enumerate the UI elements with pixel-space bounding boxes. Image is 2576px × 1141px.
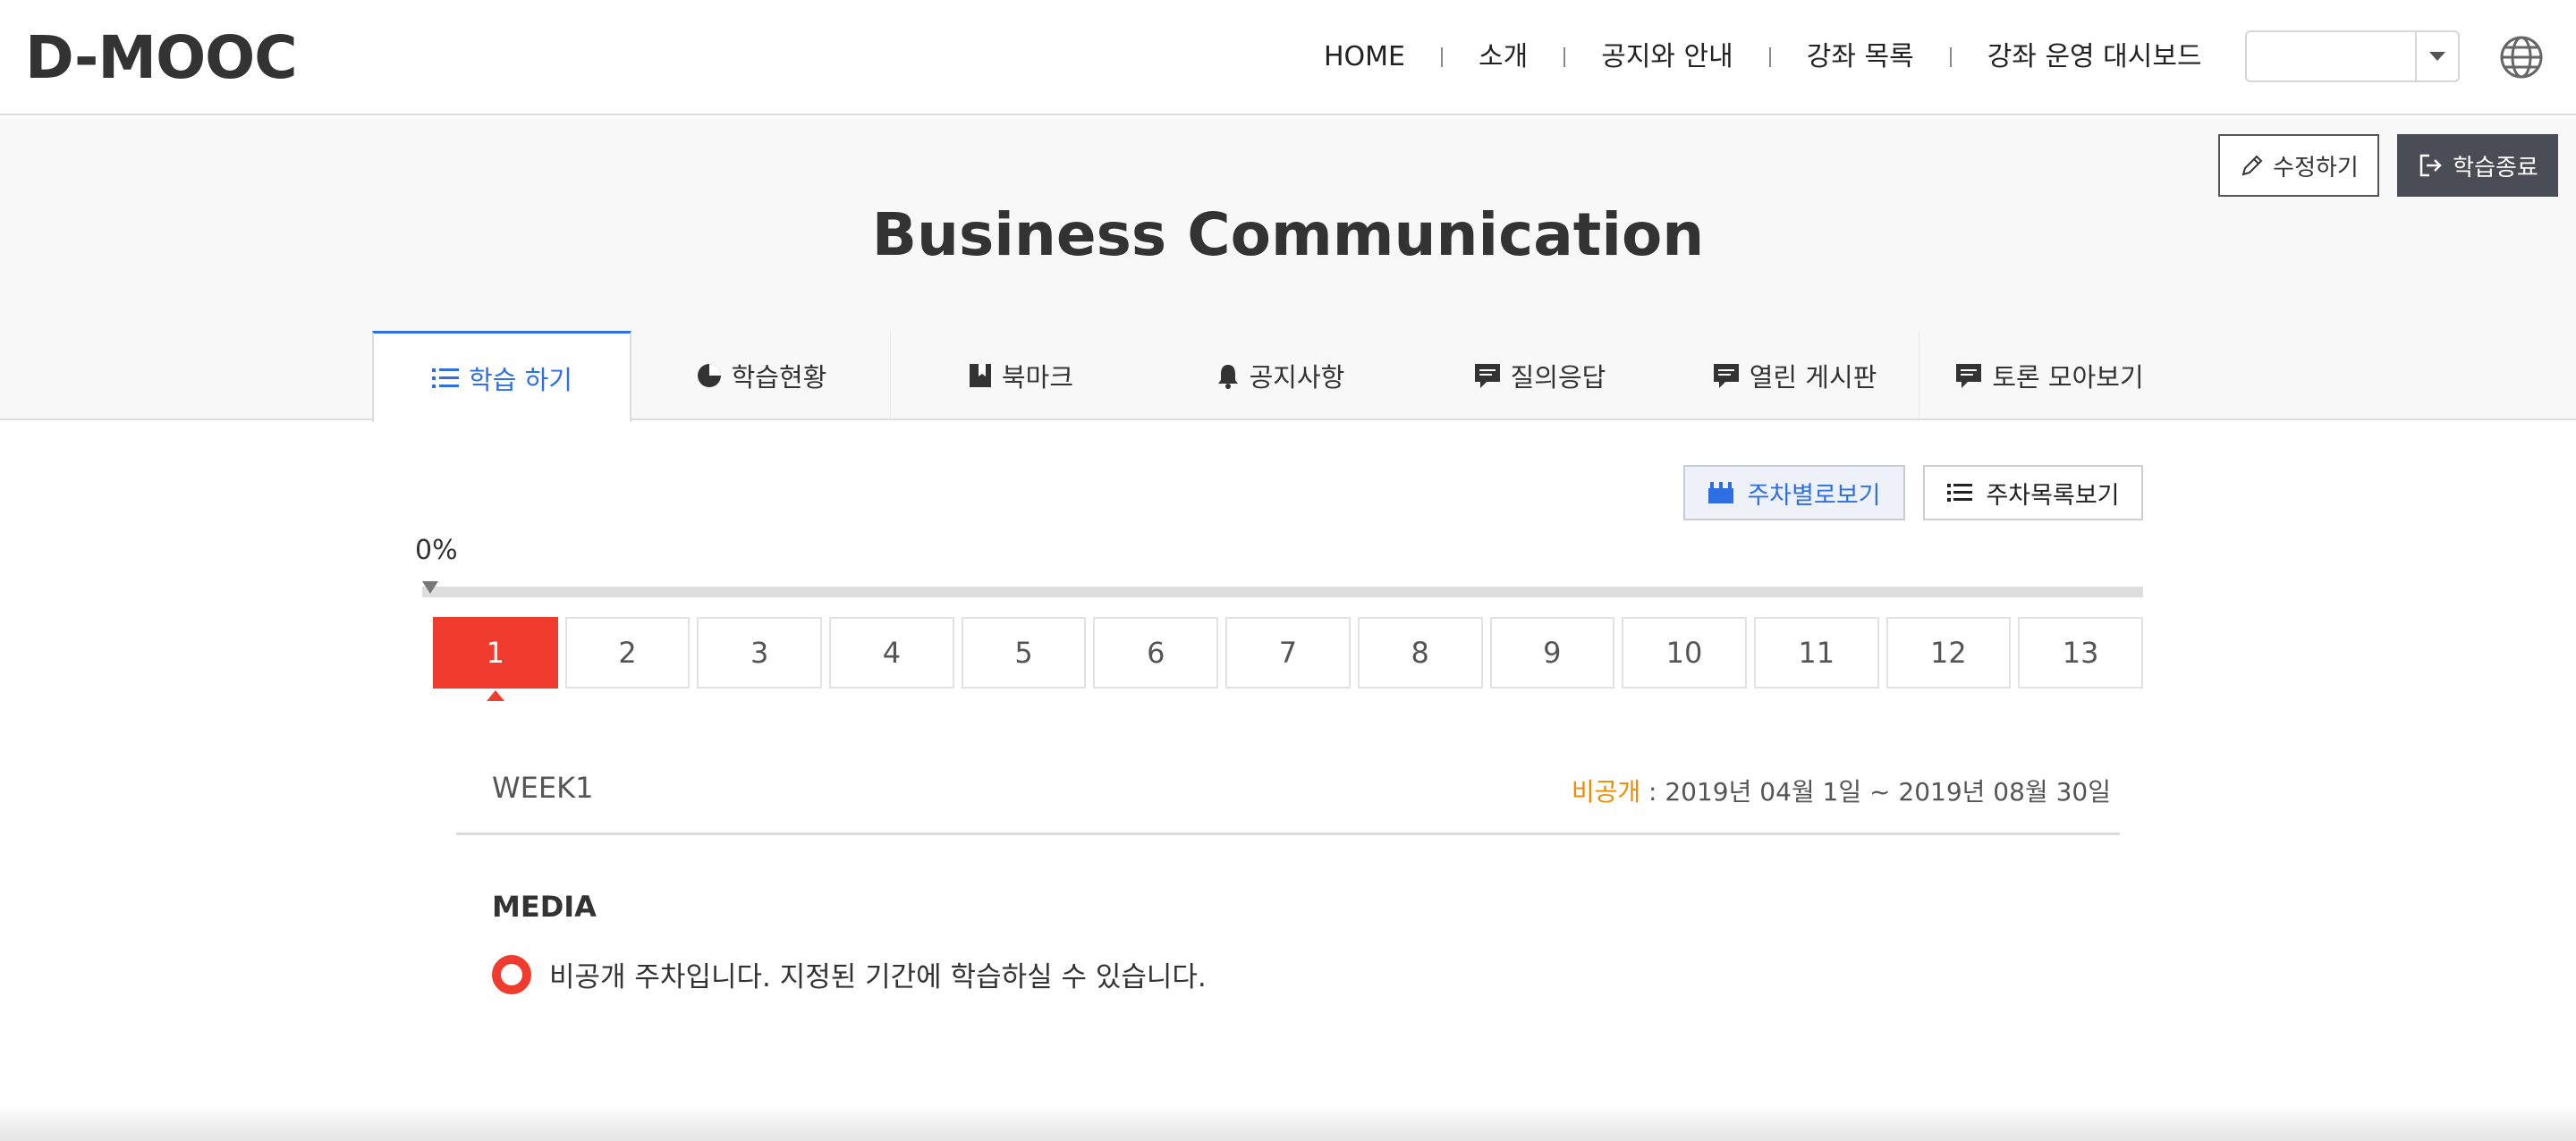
edit-button[interactable]: 수정하기 [2218, 134, 2379, 197]
week-button[interactable]: 4 [829, 617, 954, 689]
week-button[interactable]: 2 [564, 617, 691, 689]
view-list-button[interactable]: 주차목록보기 [1923, 465, 2143, 520]
week-button[interactable]: 9 [1489, 617, 1615, 689]
notice-text: 비공개 주차입니다. 지정된 기간에 학습하실 수 있습니다. [549, 961, 1207, 993]
week-button[interactable]: 3 [697, 617, 823, 689]
tab-bookmark[interactable]: 북마크 [891, 331, 1150, 420]
tab-label: 공지사항 [1249, 362, 1345, 393]
chat-icon [1956, 364, 1982, 388]
nav-divider [1949, 47, 1952, 67]
tab-study[interactable]: 학습 하기 [372, 331, 631, 422]
site-logo[interactable]: D-MOOC [25, 27, 298, 89]
tab-label: 열린 게시판 [1749, 362, 1877, 393]
week-button[interactable]: 7 [1225, 617, 1351, 689]
tab-notices[interactable]: 공지사항 [1150, 331, 1410, 420]
tab-label: 학습현황 [731, 362, 827, 393]
bookmark-icon [969, 364, 991, 387]
view-list-label: 주차목록보기 [1986, 481, 2120, 510]
progress-bar [422, 587, 2143, 597]
section-title: MEDIA [492, 890, 597, 924]
week-button[interactable]: 1 [433, 617, 558, 689]
chat-icon [1713, 364, 1739, 388]
week-button[interactable]: 13 [2018, 617, 2143, 689]
view-by-week-button[interactable]: 주차별로보기 [1683, 465, 1905, 520]
week-header: WEEK1 비공개 : 2019년 04월 1일 ~ 2019년 08월 30일 [456, 760, 2120, 835]
nav-item-notices[interactable]: 공지와 안내 [1601, 34, 1733, 80]
tab-progress[interactable]: 학습현황 [631, 331, 891, 420]
tab-open-board[interactable]: 열린 게시판 [1669, 331, 1919, 420]
calendar-icon [1708, 482, 1734, 503]
week-title: WEEK1 [492, 771, 594, 805]
week-button[interactable]: 5 [961, 617, 1087, 689]
nav-divider [1441, 47, 1444, 67]
exit-button-label: 학습종료 [2453, 154, 2538, 182]
week-selector: 1 2 3 4 5 6 7 8 9 10 11 12 13 [433, 617, 2143, 689]
nav-item-course-list[interactable]: 강좌 목록 [1807, 34, 1914, 80]
globe-icon[interactable] [2498, 34, 2545, 80]
logout-icon [2419, 154, 2442, 177]
list-icon [1947, 484, 1973, 502]
view-by-week-label: 주차별로보기 [1747, 481, 1881, 510]
progress-percent: 0% [415, 535, 458, 566]
dropdown-toggle[interactable] [2415, 32, 2458, 80]
bell-icon [1217, 365, 1238, 389]
language-select[interactable] [2245, 30, 2460, 82]
site-header: D-MOOC HOME 소개 공지와 안내 강좌 목록 강좌 운영 대시보드 [0, 0, 2576, 115]
list-icon [432, 368, 460, 388]
main-nav: HOME 소개 공지와 안내 강좌 목록 강좌 운영 대시보드 [1324, 34, 2202, 80]
week-button[interactable]: 12 [1885, 617, 2012, 689]
tab-qna[interactable]: 질의응답 [1410, 331, 1669, 420]
edit-button-label: 수정하기 [2273, 154, 2359, 182]
pencil-icon [2241, 155, 2263, 176]
week-period: 비공개 : 2019년 04월 1일 ~ 2019년 08월 30일 [1572, 773, 2111, 808]
footer-shadow [0, 1105, 2576, 1141]
selected-week-caret [487, 690, 504, 701]
course-tabs: 학습 하기 학습현황 북마크 공지사항 질의응답 열린 게시판 토론 모아보기 [372, 331, 2179, 422]
week-button[interactable]: 10 [1622, 617, 1747, 689]
nav-item-about[interactable]: 소개 [1479, 34, 1528, 80]
exit-learning-button[interactable]: 학습종료 [2397, 134, 2558, 197]
tab-discussions[interactable]: 토론 모아보기 [1919, 331, 2179, 420]
tab-label: 북마크 [1001, 362, 1074, 393]
pie-chart-icon [697, 364, 721, 387]
week-button[interactable]: 6 [1093, 617, 1219, 689]
week-dates: : 2019년 04월 1일 ~ 2019년 08월 30일 [1640, 777, 2111, 807]
tab-label: 질의응답 [1510, 362, 1606, 393]
nav-divider [1563, 47, 1566, 67]
week-button[interactable]: 8 [1357, 617, 1483, 689]
tab-label: 학습 하기 [469, 364, 572, 395]
nav-item-dashboard[interactable]: 강좌 운영 대시보드 [1987, 34, 2202, 80]
status-ring-icon [492, 954, 531, 994]
nav-item-home[interactable]: HOME [1324, 34, 1405, 80]
week-button[interactable]: 11 [1753, 617, 1879, 689]
progress-marker [422, 581, 438, 594]
course-title: Business Communication [871, 200, 1705, 269]
nav-divider [1768, 47, 1771, 67]
private-week-notice: 비공개 주차입니다. 지정된 기간에 학습하실 수 있습니다. [492, 954, 1207, 994]
week-status: 비공개 [1571, 777, 1641, 807]
chat-icon [1474, 364, 1500, 388]
chevron-down-icon [2429, 52, 2445, 61]
tab-label: 토론 모아보기 [1992, 362, 2144, 393]
